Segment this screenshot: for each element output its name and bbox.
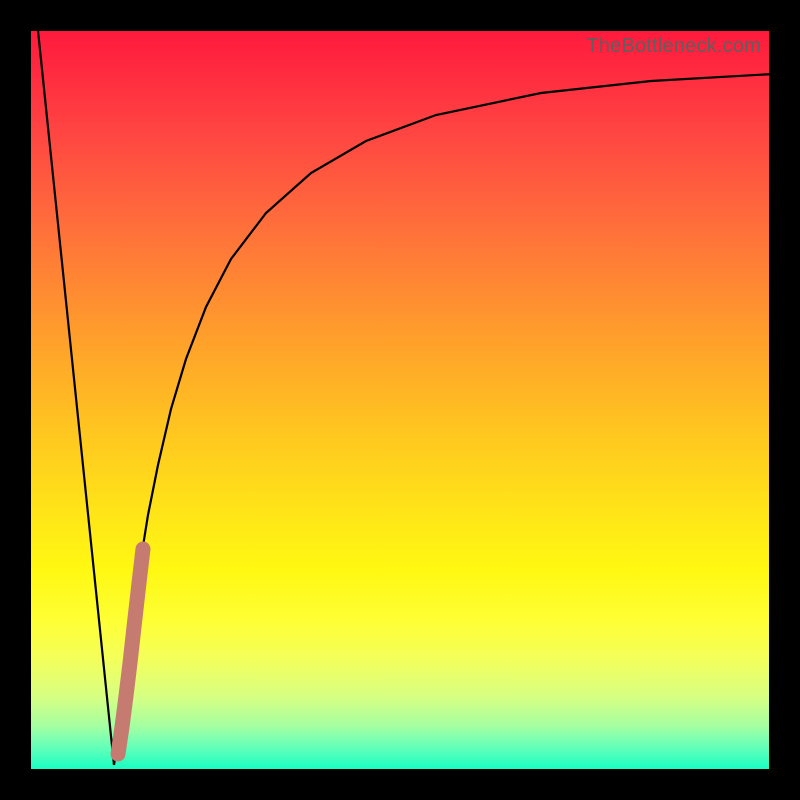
curve-right-branch [114,74,769,765]
curve-left-branch [37,31,114,765]
plot-area: TheBottleneck.com [31,31,769,769]
watermark-text: TheBottleneck.com [586,35,761,58]
curve-layer [31,31,769,769]
highlight-hump [118,549,143,754]
chart-frame: TheBottleneck.com [0,0,800,800]
